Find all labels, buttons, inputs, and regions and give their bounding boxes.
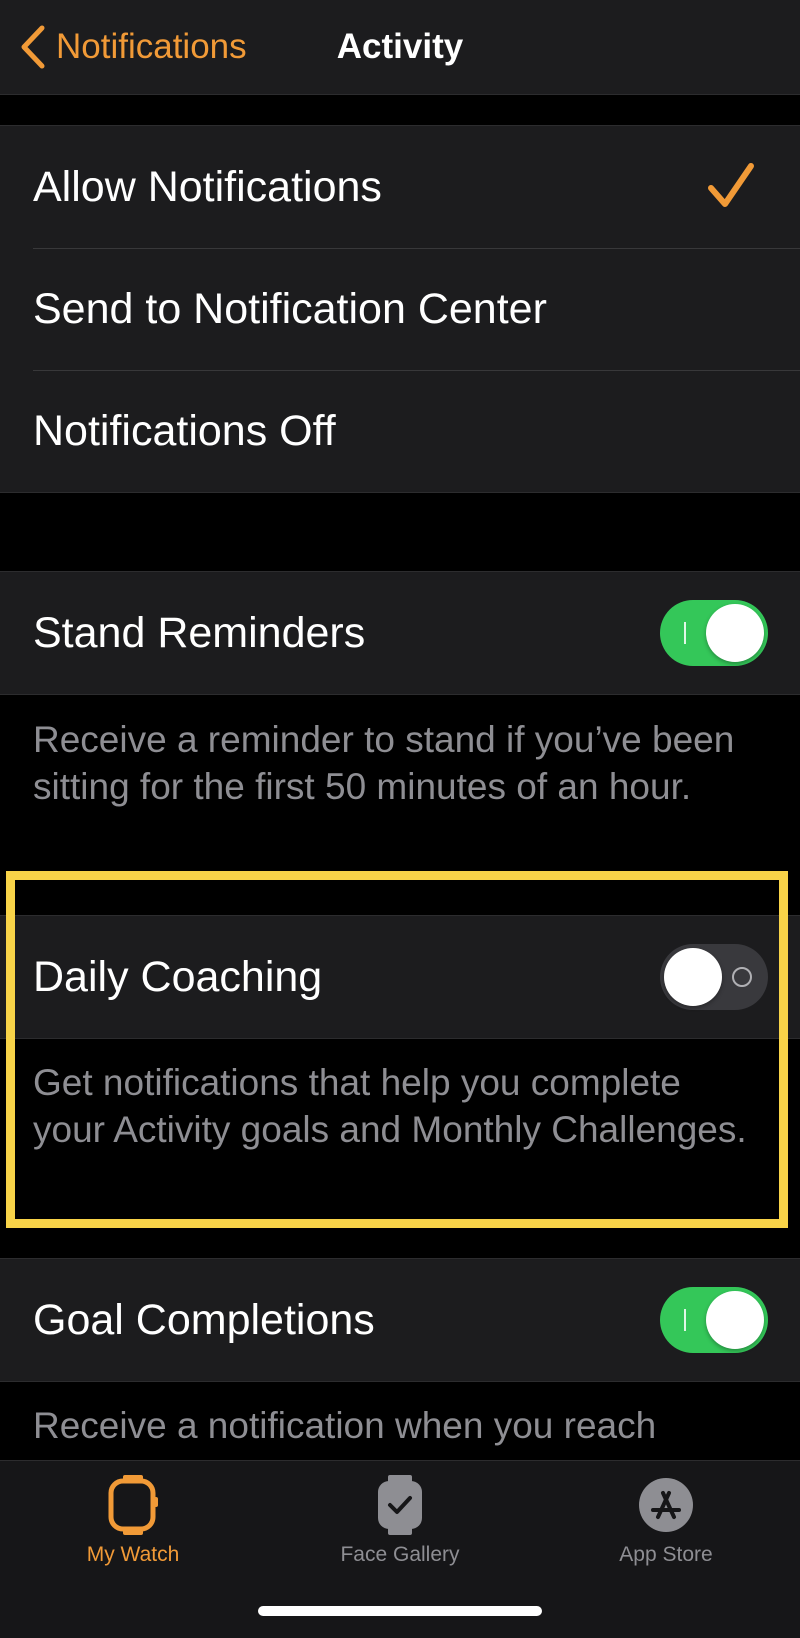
- navigation-bar: Notifications Activity: [0, 0, 800, 95]
- option-label: Allow Notifications: [33, 162, 382, 211]
- toggle-off-mark: [732, 967, 752, 987]
- tab-app-store[interactable]: App Store: [566, 1473, 766, 1567]
- option-send-to-notification-center[interactable]: Send to Notification Center: [0, 248, 800, 370]
- page-title: Activity: [336, 27, 464, 66]
- home-indicator[interactable]: [258, 1606, 542, 1616]
- watch-icon: [108, 1475, 158, 1535]
- option-label: Send to Notification Center: [33, 284, 547, 333]
- goal-completions-toggle[interactable]: [660, 1287, 768, 1353]
- toggle-knob: [706, 604, 764, 662]
- goal-completions-description: Receive a notification when you reach: [33, 1405, 657, 1446]
- face-gallery-icon: [378, 1475, 422, 1535]
- daily-coaching-toggle[interactable]: [660, 944, 768, 1010]
- checkmark-icon: [708, 163, 754, 207]
- tab-label: My Watch: [86, 1543, 180, 1566]
- toggle-on-mark: [684, 1309, 686, 1331]
- daily-coaching-description: Get notifications that help you complete…: [33, 1062, 747, 1150]
- tab-label: App Store: [619, 1543, 713, 1566]
- app-store-icon: [639, 1478, 693, 1532]
- goal-completions-group: Goal Completions: [0, 1258, 800, 1382]
- goal-completions-label: Goal Completions: [33, 1295, 375, 1344]
- option-label: Notifications Off: [33, 406, 336, 455]
- tab-face-gallery[interactable]: Face Gallery: [300, 1473, 500, 1567]
- option-allow-notifications[interactable]: Allow Notifications: [0, 126, 800, 248]
- tab-my-watch[interactable]: My Watch: [33, 1473, 233, 1567]
- stand-reminders-label: Stand Reminders: [33, 608, 366, 657]
- option-notifications-off[interactable]: Notifications Off: [0, 370, 800, 492]
- stand-reminders-row: Stand Reminders: [0, 572, 800, 694]
- toggle-knob: [706, 1291, 764, 1349]
- stand-reminders-toggle[interactable]: [660, 600, 768, 666]
- toggle-knob: [664, 948, 722, 1006]
- goal-completions-row: Goal Completions: [0, 1259, 800, 1381]
- daily-coaching-group: Daily Coaching: [0, 915, 800, 1039]
- stand-reminders-group: Stand Reminders: [0, 571, 800, 695]
- daily-coaching-label: Daily Coaching: [33, 952, 323, 1001]
- toggle-on-mark: [684, 622, 686, 644]
- daily-coaching-row: Daily Coaching: [0, 916, 800, 1038]
- notification-options-group: Allow Notifications Send to Notification…: [0, 125, 800, 493]
- tab-label: Face Gallery: [340, 1543, 460, 1566]
- stand-reminders-description: Receive a reminder to stand if you’ve be…: [33, 719, 735, 807]
- activity-notifications-screen: Notifications Activity Allow Notificatio…: [0, 0, 800, 1638]
